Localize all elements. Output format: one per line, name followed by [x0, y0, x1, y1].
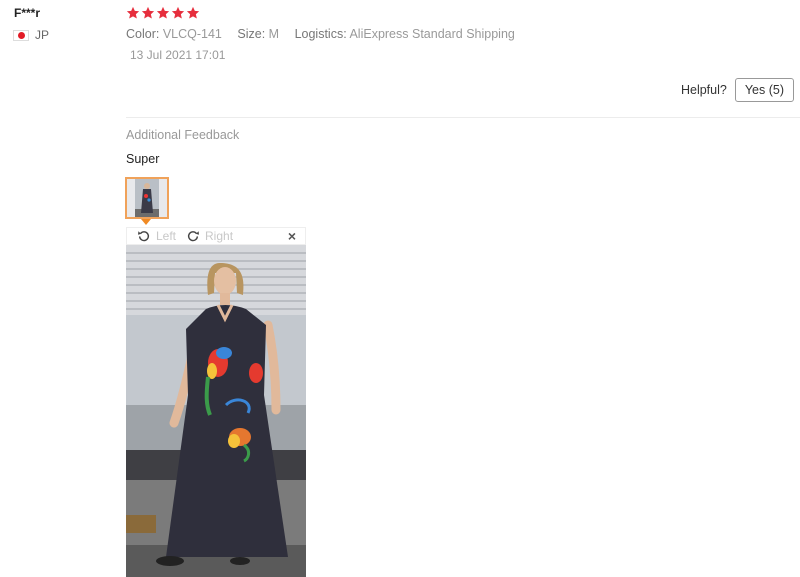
star-icon	[171, 6, 185, 19]
rotate-right-icon	[187, 231, 199, 242]
helpful-section: Helpful? Yes (5)	[681, 78, 794, 102]
reviewer-name: F***r	[14, 6, 41, 20]
thumbnail-pointer	[141, 219, 151, 225]
attr-logistics-key: Logistics:	[294, 27, 347, 41]
review-photo-large	[126, 245, 306, 577]
star-icon	[156, 6, 170, 19]
rotate-left-label: Left	[156, 229, 177, 243]
rotate-left-button[interactable]: Left	[137, 229, 176, 243]
image-viewer-toolbar: Left Right ×	[126, 227, 306, 245]
rotate-right-label: Right	[205, 229, 234, 243]
japan-flag-icon	[13, 29, 29, 41]
star-rating	[126, 6, 200, 20]
rotate-right-button[interactable]: Right	[186, 229, 233, 243]
review-page: F***r JP Color: VLCQ-141 Size: M Logisti…	[0, 0, 800, 577]
thumbnail-image	[127, 179, 167, 217]
country-code: JP	[35, 28, 50, 42]
star-icon	[126, 6, 140, 19]
divider	[126, 117, 800, 118]
close-viewer-button[interactable]: ×	[288, 228, 296, 244]
attr-color-key: Color:	[126, 27, 160, 41]
review-photo-image	[126, 245, 306, 577]
helpful-label: Helpful?	[680, 83, 727, 97]
helpful-yes-button[interactable]: Yes (5)	[734, 78, 794, 102]
rotate-left-icon	[138, 231, 150, 242]
star-icon	[186, 6, 200, 19]
order-attributes: Color: VLCQ-141 Size: M Logistics: AliEx…	[126, 27, 527, 41]
review-photo-thumbnail[interactable]	[125, 177, 169, 219]
additional-feedback-text: Super	[126, 152, 160, 166]
reviewer-country: JP	[13, 28, 49, 42]
attr-size-key: Size:	[237, 27, 266, 41]
attr-color-value: VLCQ-141	[162, 27, 222, 41]
attr-size-value: M	[268, 27, 280, 41]
additional-feedback-title: Additional Feedback	[126, 128, 240, 142]
review-date: 13 Jul 2021 17:01	[130, 48, 226, 62]
star-icon	[141, 6, 155, 19]
attr-logistics-value: AliExpress Standard Shipping	[349, 27, 515, 41]
